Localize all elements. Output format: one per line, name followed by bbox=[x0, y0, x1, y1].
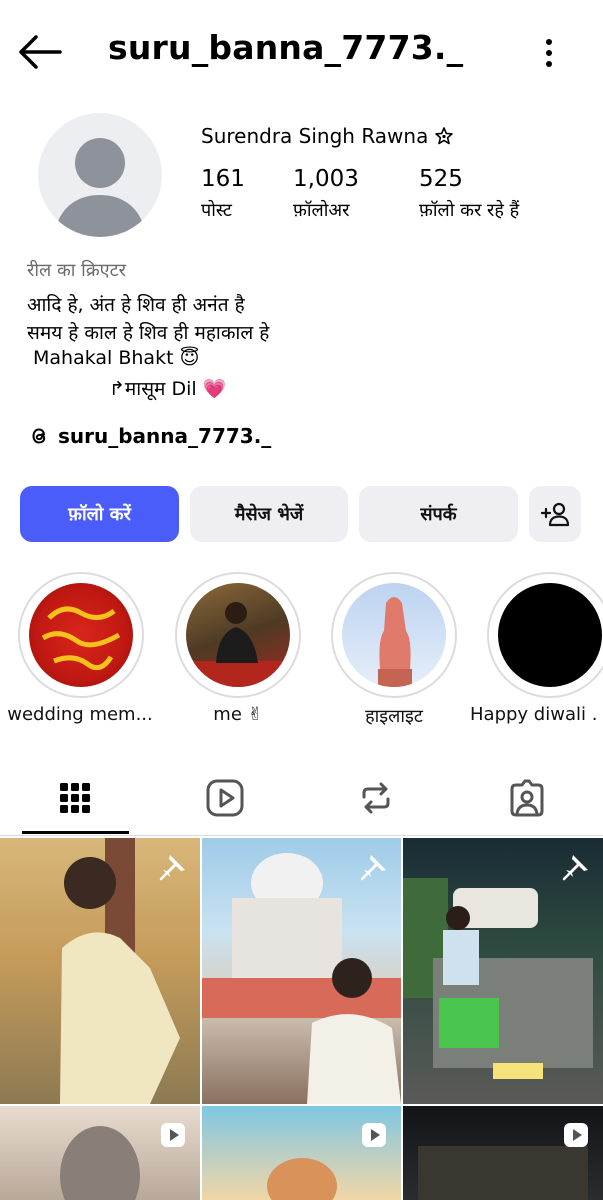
threads-link[interactable]: suru_banna_7773._ bbox=[27, 424, 271, 448]
stat-posts[interactable]: 161 पोस्ट bbox=[201, 166, 245, 222]
highlight-label: me ✌ bbox=[213, 704, 263, 725]
star-outline-icon bbox=[435, 127, 454, 145]
bio-line: समय हे काल हे शिव ही महाकाल हे bbox=[27, 322, 270, 344]
message-button[interactable]: मैसेज भेजें bbox=[190, 486, 348, 542]
tab-reels[interactable] bbox=[150, 760, 300, 836]
highlight-label: wedding mem... bbox=[7, 704, 153, 725]
default-avatar-icon bbox=[54, 138, 146, 237]
add-user-button[interactable] bbox=[529, 486, 581, 542]
highlight-item[interactable] bbox=[331, 572, 457, 698]
reels-icon bbox=[206, 779, 244, 817]
pin-icon bbox=[360, 855, 386, 881]
more-vertical-icon[interactable] bbox=[534, 34, 564, 74]
grid-post[interactable] bbox=[0, 1106, 200, 1200]
stat-posts-label: पोस्ट bbox=[201, 200, 232, 221]
active-tab-indicator bbox=[22, 831, 129, 834]
profile-category: रील का क्रिएटर bbox=[27, 260, 127, 281]
stat-following[interactable]: 525 फ़ॉलो कर रहे हैं bbox=[419, 166, 519, 222]
highlight-cover-image bbox=[342, 583, 446, 687]
highlight-cover-image bbox=[498, 583, 602, 687]
top-bar: suru_banna_7773._ bbox=[0, 0, 603, 105]
pin-icon bbox=[159, 855, 185, 881]
play-icon bbox=[362, 1123, 386, 1147]
arrow-left-icon[interactable] bbox=[18, 34, 62, 70]
stat-following-count: 525 bbox=[419, 166, 463, 192]
highlight-item[interactable] bbox=[175, 572, 301, 698]
stat-followers-label: फ़ॉलोअर bbox=[293, 200, 350, 221]
stat-followers[interactable]: 1,003 फ़ॉलोअर bbox=[293, 166, 359, 222]
pin-icon bbox=[562, 855, 588, 881]
highlight-cover-image bbox=[29, 583, 133, 687]
follow-button[interactable]: फ़ॉलो करें bbox=[20, 486, 179, 542]
highlight-label: Happy diwali . bbox=[470, 704, 598, 725]
grid-post[interactable] bbox=[0, 838, 200, 1104]
grid-post[interactable] bbox=[202, 838, 401, 1104]
bio-line: आदि हे, अंत हे शिव ही अनंत है bbox=[27, 294, 245, 316]
bio-line: ↱मासूम Dil 💗 bbox=[109, 378, 227, 400]
stat-posts-count: 161 bbox=[201, 166, 245, 192]
contact-button[interactable]: संपर्क bbox=[359, 486, 518, 542]
grid-icon bbox=[60, 783, 90, 813]
highlight-label: हाइलाइट bbox=[365, 706, 423, 727]
tab-tagged[interactable] bbox=[452, 760, 602, 836]
tab-grid[interactable] bbox=[0, 760, 150, 836]
play-icon bbox=[564, 1123, 588, 1147]
grid-post[interactable] bbox=[202, 1106, 401, 1200]
stat-following-label: फ़ॉलो कर रहे हैं bbox=[419, 200, 520, 221]
repost-icon bbox=[362, 782, 390, 814]
tagged-icon bbox=[510, 779, 544, 817]
stat-followers-count: 1,003 bbox=[293, 166, 359, 192]
threads-icon bbox=[32, 428, 46, 444]
play-icon bbox=[161, 1123, 185, 1147]
add-user-icon bbox=[540, 502, 570, 527]
highlight-item[interactable] bbox=[487, 572, 603, 698]
bio-line: Mahakal Bhakt 😇 bbox=[33, 347, 200, 369]
grid-post[interactable] bbox=[403, 838, 603, 1104]
full-name-text: Surendra Singh Rawna bbox=[201, 124, 429, 148]
profile-tabs bbox=[0, 760, 603, 836]
highlight-item[interactable] bbox=[18, 572, 144, 698]
highlight-cover-image bbox=[186, 583, 290, 687]
threads-handle: suru_banna_7773._ bbox=[58, 424, 272, 448]
grid-post[interactable] bbox=[403, 1106, 603, 1200]
avatar[interactable] bbox=[38, 113, 162, 237]
tab-reposts[interactable] bbox=[301, 760, 451, 836]
profile-username-title: suru_banna_7773._ bbox=[108, 28, 464, 67]
full-name: Surendra Singh Rawna bbox=[201, 124, 454, 148]
